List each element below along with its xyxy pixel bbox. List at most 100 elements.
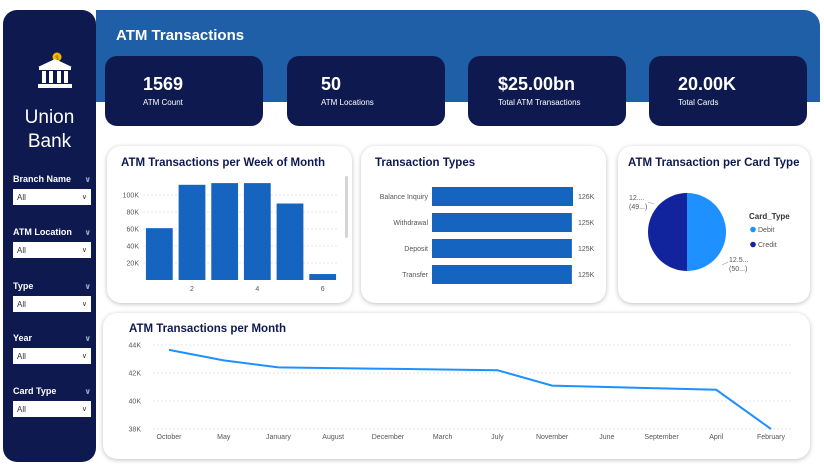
- kpi-value: 20.00K: [678, 74, 737, 94]
- bar: [432, 213, 572, 232]
- brand-line-1: Union: [24, 107, 75, 128]
- x-tick-label: July: [491, 434, 504, 441]
- branch-name-select[interactable]: All ∨: [13, 189, 91, 205]
- filter-year: Year ∨ All ∨: [13, 332, 91, 364]
- filter-label: ATM Location: [13, 227, 72, 237]
- dropdown-arrow-icon: ∨: [81, 353, 87, 360]
- y-tick-label: 100K: [123, 193, 140, 200]
- kpi-value: 50: [321, 74, 342, 94]
- y-tick-label: 20K: [127, 261, 140, 268]
- filter-branch-name: Branch Name ∨ All ∨: [13, 173, 91, 205]
- slice-label: 12.5...: [729, 257, 749, 264]
- select-value: All: [17, 192, 26, 202]
- dropdown-arrow-icon: ∨: [81, 406, 87, 413]
- card-type-pie-chart: 12.5... (50...) 12.... (49...) Card_Type Debi…: [629, 193, 790, 273]
- legend-label: Credit: [758, 242, 777, 249]
- chevron-down-icon[interactable]: ∨: [85, 387, 92, 396]
- kpi-label: ATM Locations: [321, 98, 374, 107]
- category-label: Deposit: [404, 246, 428, 253]
- bar: [432, 187, 573, 206]
- legend-marker: [750, 226, 756, 233]
- filter-label: Type: [13, 281, 34, 291]
- bar: [178, 184, 206, 280]
- bar: [432, 265, 572, 284]
- category-label: Withdrawal: [393, 220, 428, 227]
- filter-label: Card Type: [13, 386, 57, 396]
- x-tick-label: October: [157, 434, 183, 441]
- y-tick-label: 38K: [129, 427, 142, 434]
- dropdown-arrow-icon: ∨: [81, 247, 87, 254]
- chart-panel-card-type: ATM Transaction per Card Type 12.5... (50…: [618, 146, 810, 303]
- bar: [145, 228, 173, 280]
- y-tick-label: 44K: [129, 343, 142, 350]
- chevron-down-icon[interactable]: ∨: [85, 175, 92, 184]
- x-tick-label: 6: [321, 286, 325, 293]
- pie-slice: [687, 193, 726, 271]
- bar: [211, 183, 239, 280]
- kpi-label: Total ATM Transactions: [498, 98, 581, 107]
- y-tick-label: 80K: [127, 210, 140, 217]
- category-label: Transfer: [402, 272, 428, 279]
- chevron-down-icon[interactable]: ∨: [85, 282, 92, 291]
- scrollbar: [345, 176, 348, 238]
- brand-line-2: Bank: [27, 131, 72, 152]
- slice-label: 12....: [629, 195, 645, 202]
- x-tick-label: June: [599, 434, 614, 441]
- filter-atm-location: ATM Location ∨ All ∨: [13, 226, 91, 258]
- x-tick-label: 4: [255, 286, 259, 293]
- legend-title: Card_Type: [749, 212, 790, 221]
- select-value: All: [17, 245, 26, 255]
- kpi-card-atm-count: 1569 ATM Count: [105, 56, 263, 126]
- year-select[interactable]: All ∨: [13, 348, 91, 364]
- legend-label: Debit: [758, 227, 774, 234]
- x-tick-label: December: [372, 434, 405, 441]
- data-label: 125K: [578, 246, 595, 253]
- type-select[interactable]: All ∨: [13, 296, 91, 312]
- card-type-select[interactable]: All ∨: [13, 401, 91, 417]
- filter-label: Year: [13, 333, 33, 343]
- leader-line: [647, 201, 655, 205]
- kpi-value: 1569: [143, 74, 184, 94]
- dropdown-arrow-icon: ∨: [81, 301, 87, 308]
- slice-label: (50...): [729, 266, 747, 273]
- select-value: All: [17, 404, 26, 414]
- slice-label: (49...): [629, 204, 647, 211]
- select-value: All: [17, 299, 26, 309]
- series-line: [168, 348, 772, 430]
- brand-name: Union Bank: [3, 106, 96, 154]
- x-tick-label: August: [322, 434, 344, 441]
- kpi-card-atm-locations: 50 ATM Locations: [287, 56, 445, 126]
- y-tick-label: 40K: [129, 399, 142, 406]
- month-line-chart: 38K 40K 42K 44K October May January August Decem…: [129, 343, 793, 441]
- x-tick-label: May: [217, 434, 231, 441]
- page-title: ATM Transactions: [116, 27, 245, 44]
- types-bar-chart: Balance Inquiry 126K Withdrawal 125K Deposit…: [380, 187, 595, 284]
- bar: [432, 239, 572, 258]
- filter-label: Branch Name: [13, 174, 72, 184]
- kpi-card-total-cards: 20.00K Total Cards: [649, 56, 807, 126]
- data-label: 125K: [578, 220, 595, 227]
- x-tick-label: September: [644, 434, 679, 441]
- chevron-down-icon[interactable]: ∨: [85, 334, 92, 343]
- data-label: 126K: [578, 194, 595, 201]
- chevron-down-icon[interactable]: ∨: [85, 228, 92, 237]
- data-label: 125K: [578, 272, 595, 279]
- chart-panel-week: ATM Transactions per Week of Month 20K 40…: [107, 146, 352, 303]
- x-tick-label: 2: [190, 286, 194, 293]
- kpi-label: Total Cards: [678, 98, 719, 107]
- chart-panel-month: ATM Transactions per Month 38K 40K 42K 44K O…: [103, 313, 810, 459]
- legend-marker: [750, 241, 756, 248]
- y-tick-label: 42K: [129, 371, 142, 378]
- kpi-label: ATM Count: [143, 98, 183, 107]
- x-tick-label: March: [433, 434, 453, 441]
- atm-location-select[interactable]: All ∨: [13, 242, 91, 258]
- bar: [243, 183, 271, 280]
- select-value: All: [17, 351, 26, 361]
- bank-icon: $: [38, 52, 72, 88]
- bar: [276, 203, 304, 280]
- dropdown-arrow-icon: ∨: [81, 194, 87, 201]
- kpi-card-total-transactions: $25.00bn Total ATM Transactions: [468, 56, 626, 126]
- sidebar: $ Union Bank Branch Name ∨ All ∨ ATM Locat…: [3, 10, 96, 462]
- x-tick-label: November: [536, 434, 569, 441]
- filter-type: Type ∨ All ∨: [13, 280, 91, 312]
